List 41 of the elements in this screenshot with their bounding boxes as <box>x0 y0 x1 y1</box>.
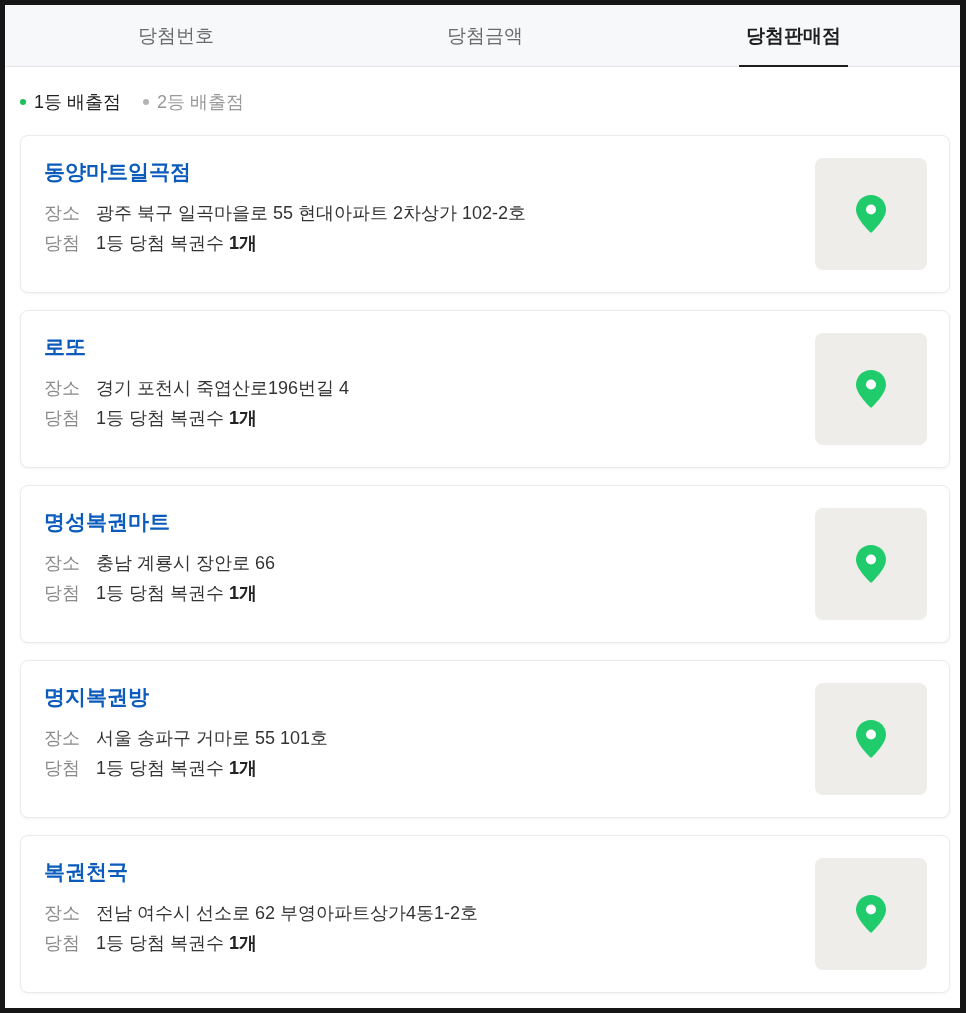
field-label: 장소 <box>44 377 80 400</box>
field-value: 충남 계룡시 장안로 66 <box>96 552 276 575</box>
store-name-link[interactable]: 복권천국 <box>44 858 128 886</box>
field-value: 1등 당첨 복권수 1개 <box>96 932 258 955</box>
field-value: 전남 여수시 선소로 62 부영아파트상가4동1-2호 <box>96 902 479 925</box>
tab[interactable]: 당첨번호 <box>131 5 222 67</box>
map-placeholder[interactable] <box>815 333 927 445</box>
field-label: 장소 <box>44 202 80 225</box>
store-name-link[interactable]: 명지복권방 <box>44 683 149 711</box>
field-label: 장소 <box>44 902 80 925</box>
map-placeholder[interactable] <box>815 683 927 795</box>
field-value: 서울 송파구 거마로 55 101호 <box>96 727 329 750</box>
field-label: 장소 <box>44 727 80 750</box>
dot-icon <box>143 99 149 105</box>
map-pin-icon <box>856 895 886 933</box>
map-pin-icon <box>856 370 886 408</box>
dot-icon <box>20 99 26 105</box>
field-label: 당첨 <box>44 582 80 605</box>
tab[interactable]: 당첨금액 <box>440 5 530 67</box>
field-value: 1등 당첨 복권수 1개 <box>96 582 258 605</box>
field-label: 당첨 <box>44 932 80 955</box>
map-pin-icon <box>856 195 886 233</box>
field-value: 광주 북구 일곡마을로 55 현대아파트 2차상가 102-2호 <box>96 202 527 225</box>
map-placeholder[interactable] <box>815 158 927 270</box>
store-name-link[interactable]: 명성복권마트 <box>44 508 170 536</box>
field-label: 당첨 <box>44 757 80 780</box>
map-pin-icon <box>856 720 886 758</box>
map-pin-icon <box>856 545 886 583</box>
tab[interactable]: 당첨판매점 <box>739 5 849 67</box>
field-value: 1등 당첨 복권수 1개 <box>96 232 258 255</box>
field-value: 1등 당첨 복권수 1개 <box>96 757 258 780</box>
field-label: 당첨 <box>44 232 80 255</box>
map-placeholder[interactable] <box>815 508 927 620</box>
field-label: 장소 <box>44 552 80 575</box>
field-value: 경기 포천시 죽엽산로196번길 4 <box>96 377 350 400</box>
map-placeholder[interactable] <box>815 858 927 970</box>
field-value: 1등 당첨 복권수 1개 <box>96 407 258 430</box>
field-label: 당첨 <box>44 407 80 430</box>
filter-option[interactable]: 1등 배출점 <box>20 89 121 115</box>
store-name-link[interactable]: 로또 <box>44 333 86 361</box>
store-name-link[interactable]: 동양마트일곡점 <box>44 158 191 186</box>
